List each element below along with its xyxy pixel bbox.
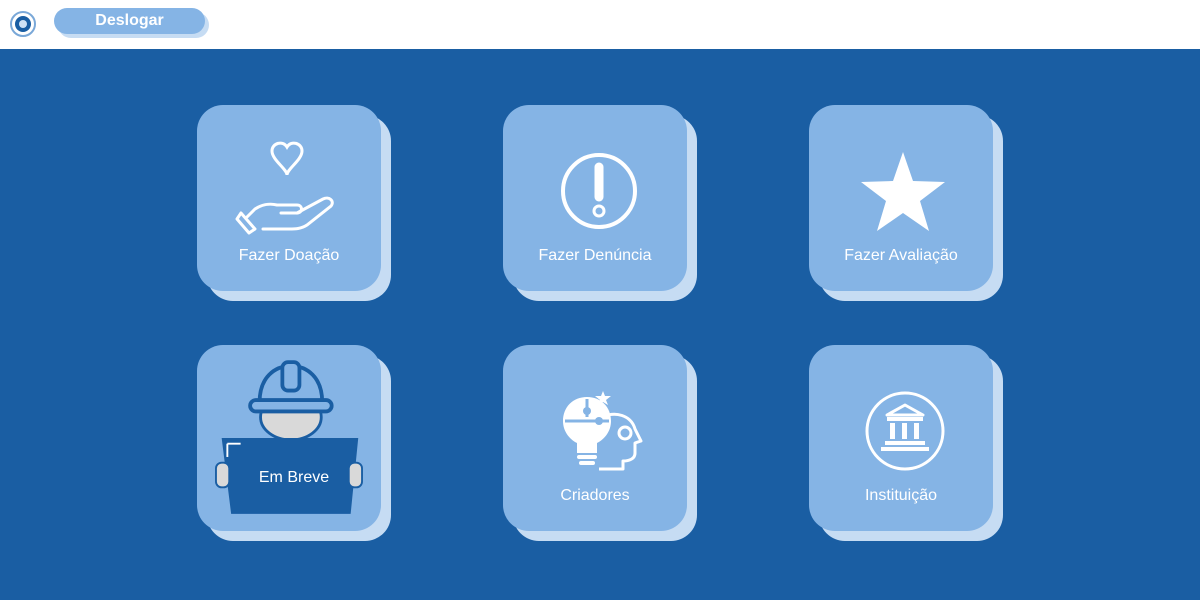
- coming-soon-label: Em Breve: [258, 469, 330, 486]
- construction-worker-icon: [215, 360, 363, 514]
- report-label: Fazer Denúncia: [538, 247, 652, 264]
- creators-label: Criadores: [560, 487, 630, 504]
- donation-tile[interactable]: Fazer Doação: [197, 105, 391, 301]
- logout-button[interactable]: Deslogar: [54, 8, 205, 34]
- top-bar: Deslogar: [0, 0, 1200, 49]
- creators-tile[interactable]: Criadores: [503, 345, 697, 541]
- review-label: Fazer Avaliação: [844, 247, 958, 264]
- review-tile[interactable]: Fazer Avaliação: [809, 105, 1003, 301]
- institution-label: Instituição: [864, 487, 938, 504]
- logo: [10, 11, 36, 37]
- report-tile[interactable]: Fazer Denúncia: [503, 105, 697, 301]
- institution-seal-icon: [15, 16, 31, 32]
- coming-soon-tile[interactable]: Em Breve: [197, 345, 391, 541]
- institution-tile[interactable]: Instituição: [809, 345, 1003, 541]
- main-panel: Fazer Doação Fazer Denúncia Fazer Avalia…: [0, 49, 1200, 600]
- donation-label: Fazer Doação: [238, 247, 340, 264]
- logout-button-wrapper: Deslogar: [54, 8, 209, 38]
